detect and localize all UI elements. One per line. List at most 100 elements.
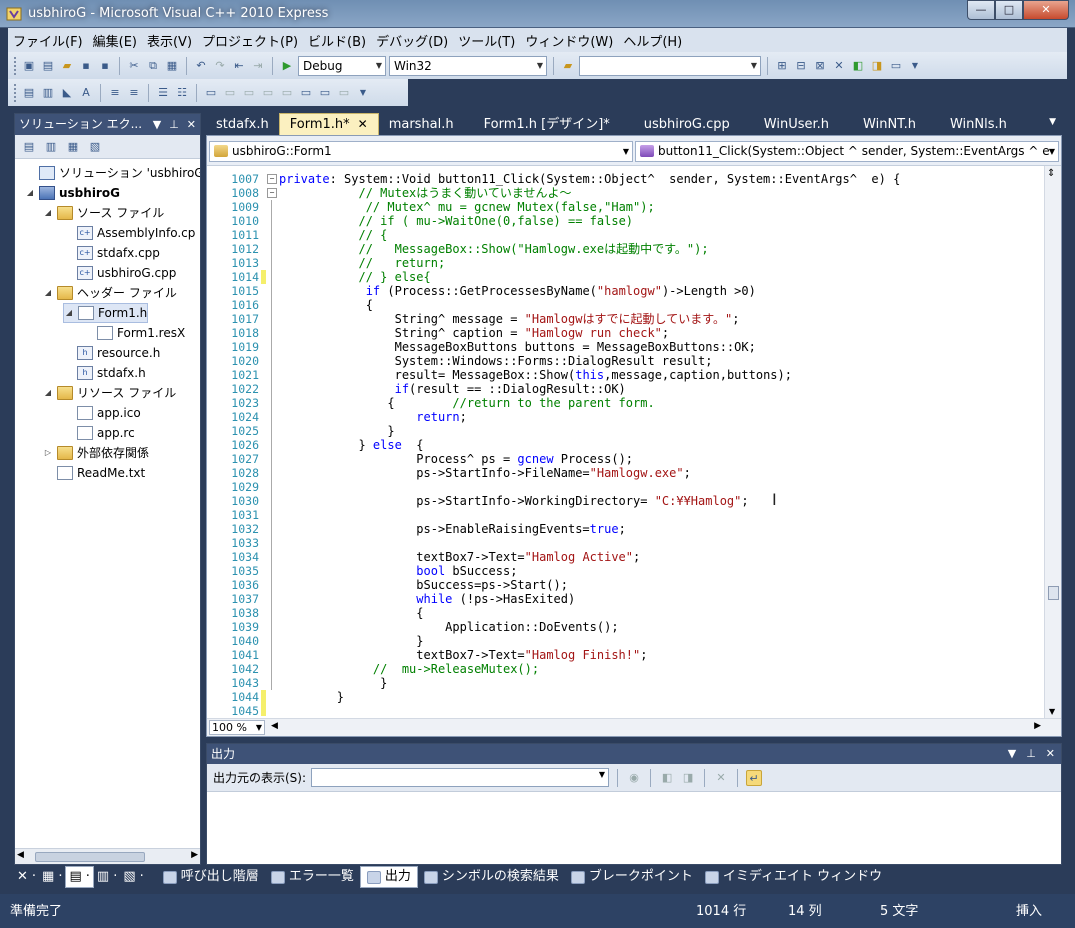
expander-icon[interactable]: ◢ — [25, 183, 35, 203]
expander-icon[interactable]: ▷ — [43, 443, 53, 463]
code-line[interactable]: 1032 ps->EnableRaisingEvents=true; — [207, 522, 1043, 536]
code-line[interactable]: 1014 // } else{ — [207, 270, 1043, 284]
editor-vscrollbar[interactable]: ⇕ ▼ — [1044, 166, 1061, 718]
code-line[interactable]: 1027 Process^ ps = gcnew Process(); — [207, 452, 1043, 466]
resource-view-tab[interactable]: ▧ · — [120, 866, 146, 888]
redo-icon[interactable]: ↷ — [212, 58, 228, 74]
scroll-left-icon[interactable]: ◀ — [17, 850, 24, 860]
solution-configuration-select[interactable]: Debug ▼ — [298, 55, 386, 76]
tree-item[interactable]: ◢ Form1.h — [63, 303, 149, 323]
code-line[interactable]: 1026 } else { — [207, 438, 1043, 452]
tree-item[interactable]: c+ stdafx.cpp — [63, 243, 160, 263]
tab-form1-design[interactable]: Form1.h [デザイン]* — [464, 115, 620, 135]
scope-combo[interactable]: usbhiroG::Form1 ▼ — [209, 141, 633, 162]
tree-item[interactable]: app.rc — [63, 423, 135, 443]
tab-usbhirog-cpp[interactable]: usbhiroG.cpp — [620, 115, 740, 135]
code-line[interactable]: 1038 { — [207, 606, 1043, 620]
properties-icon[interactable]: ▤ — [21, 139, 37, 155]
paste-icon[interactable]: ▦ — [164, 58, 180, 74]
code-area[interactable]: 1007 private: System::Void button11_Click… — [207, 166, 1043, 716]
copy-icon[interactable]: ⧉ — [145, 58, 161, 74]
command-window-icon[interactable]: ▭ — [888, 58, 904, 74]
properties-icon[interactable]: ⊟ — [793, 58, 809, 74]
find-message-icon[interactable]: ◉ — [626, 770, 642, 786]
scrollbar-thumb[interactable] — [1048, 586, 1059, 600]
code-line[interactable]: 1041 textBox7->Text="Hamlog Finish!"; — [207, 648, 1043, 662]
increase-indent-icon[interactable]: ≡ — [126, 85, 142, 101]
tree-item[interactable]: ◢ ヘッダー ファイル — [43, 283, 177, 303]
display-quick-info-icon[interactable]: ◣ — [59, 85, 75, 101]
code-line[interactable]: 1031 — [207, 508, 1043, 522]
code-line[interactable]: 1017 String^ message = "Hamlogwはすでに起動してい… — [207, 312, 1043, 326]
expander-icon[interactable]: ◢ — [43, 203, 53, 223]
menu-window[interactable]: ウィンドウ(W) — [520, 31, 618, 50]
start-debugging-icon[interactable]: ▶ — [279, 58, 295, 74]
tree-item[interactable]: h stdafx.h — [63, 363, 146, 383]
menu-view[interactable]: 表示(V) — [142, 31, 197, 50]
tree-item[interactable]: h resource.h — [63, 343, 160, 363]
code-line[interactable]: 1035 bool bSuccess; — [207, 564, 1043, 578]
menu-help[interactable]: ヘルプ(H) — [618, 31, 687, 50]
find-in-files-icon[interactable]: ▰ — [560, 58, 576, 74]
code-line[interactable]: 1025 } — [207, 424, 1043, 438]
code-line[interactable]: 1033 — [207, 536, 1043, 550]
member-combo[interactable]: button11_Click(System::Object ^ sender, … — [635, 141, 1059, 162]
find-symbol-results-tab[interactable]: シンボルの検索結果 — [418, 866, 565, 888]
code-line[interactable]: 1010 // if ( mu->WaitOne(0,false) == fal… — [207, 214, 1043, 228]
tab-winuser-h[interactable]: WinUser.h — [740, 115, 839, 135]
maximize-button[interactable]: □ — [995, 0, 1023, 20]
uncomment-lines-icon[interactable]: ☷ — [174, 85, 190, 101]
code-line[interactable]: 1009 // Mutex^ mu = gcnew Mutex(false,"H… — [207, 200, 1043, 214]
active-files-dropdown-icon[interactable]: ▼ — [1049, 117, 1056, 127]
toolbox-tab[interactable]: ✕ · — [14, 866, 39, 888]
start-page-icon[interactable]: ◧ — [850, 58, 866, 74]
go-to-next-message-icon[interactable]: ◨ — [680, 770, 696, 786]
code-line[interactable]: 1028 ps->StartInfo->FileName="Hamlogw.ex… — [207, 466, 1043, 480]
previous-bookmark-in-folder-icon[interactable]: ▭ — [260, 85, 276, 101]
minimize-button[interactable]: — — [967, 0, 995, 20]
tree-item[interactable]: c+ usbhiroG.cpp — [63, 263, 176, 283]
code-line[interactable]: 1036 bSuccess=ps->Start(); — [207, 578, 1043, 592]
navigate-backward-icon[interactable]: ⇤ — [231, 58, 247, 74]
next-bookmark-in-document-icon[interactable]: ▭ — [317, 85, 333, 101]
window-position-icon[interactable]: ▼ — [1008, 744, 1016, 764]
toggle-bookmark-icon[interactable]: ▭ — [203, 85, 219, 101]
tab-form1-h[interactable]: Form1.h* ✕ — [278, 113, 379, 135]
code-line[interactable]: 1030 ps->StartInfo->WorkingDirectory= "C… — [207, 494, 1043, 508]
solution-explorer-tab[interactable]: ▤ · — [65, 866, 94, 888]
tree-item[interactable]: ReadMe.txt — [43, 463, 145, 483]
view-designer-icon[interactable]: ▧ — [87, 139, 103, 155]
output-source-select[interactable]: ▼ — [311, 768, 610, 787]
split-handle-icon[interactable]: ⇕ — [1047, 168, 1055, 179]
next-bookmark-in-folder-icon[interactable]: ▭ — [279, 85, 295, 101]
close-tab-icon[interactable]: ✕ — [358, 117, 368, 131]
code-line[interactable]: 1016 { — [207, 298, 1043, 312]
solution-explorer-hscrollbar[interactable]: ◀ ▶ — [15, 848, 200, 864]
previous-bookmark-icon[interactable]: ▭ — [222, 85, 238, 101]
tab-winnls-h[interactable]: WinNls.h — [926, 115, 1017, 135]
code-line[interactable]: 1045 — [207, 704, 1043, 716]
menu-edit[interactable]: 編集(E) — [88, 31, 142, 50]
toolbox-icon[interactable]: ✕ — [831, 58, 847, 74]
navigate-forward-icon[interactable]: ⇥ — [250, 58, 266, 74]
toolbar-options-icon[interactable]: ▼ — [907, 58, 923, 74]
error-list-tab[interactable]: エラー一覧 — [265, 866, 360, 888]
tab-marshal-h[interactable]: marshal.h — [379, 115, 464, 135]
display-object-member-list-icon[interactable]: ▤ — [21, 85, 37, 101]
code-line[interactable]: 1015 if (Process::GetProcessesByName("ha… — [207, 284, 1043, 298]
scroll-down-icon[interactable]: ▼ — [1049, 707, 1055, 716]
scroll-right-icon[interactable]: ▶ — [191, 850, 198, 860]
code-line[interactable]: 1011 // { — [207, 228, 1043, 242]
code-line[interactable]: 1037 while (!ps->HasExited) — [207, 592, 1043, 606]
code-line[interactable]: 1044 } — [207, 690, 1043, 704]
tab-winnt-h[interactable]: WinNT.h — [839, 115, 926, 135]
toolbar-grip[interactable] — [14, 56, 18, 75]
code-line[interactable]: 1020 System::Windows::Forms::DialogResul… — [207, 354, 1043, 368]
toolbar-options-icon[interactable]: ▼ — [355, 85, 371, 101]
code-line[interactable]: 1018 String^ caption = "Hamlogw run chec… — [207, 326, 1043, 340]
close-icon[interactable]: ✕ — [1046, 744, 1055, 764]
menu-project[interactable]: プロジェクト(P) — [197, 31, 303, 50]
menu-tools[interactable]: ツール(T) — [453, 31, 520, 50]
comment-lines-icon[interactable]: ☰ — [155, 85, 171, 101]
decrease-indent-icon[interactable]: ≡ — [107, 85, 123, 101]
